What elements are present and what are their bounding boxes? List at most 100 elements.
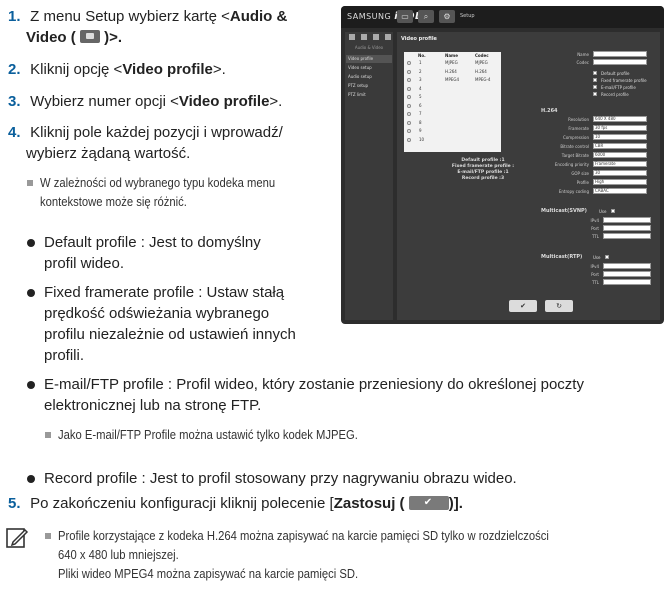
sidebar-item-ptz-setup[interactable]: PTZ setup: [346, 82, 392, 90]
note-line: Pliki wideo MPEG4 można zapisywać na kar…: [58, 567, 359, 581]
table-row[interactable]: 3 MPEG4 MPEG-4: [407, 76, 499, 84]
h264-section-title: H.264: [541, 108, 558, 114]
event-icon[interactable]: [385, 34, 391, 40]
network-icon[interactable]: [373, 34, 379, 40]
rtp-use-checkbox[interactable]: [605, 255, 609, 259]
h264-field-label: Resolution: [568, 117, 589, 122]
step-bold: Video profile: [178, 93, 270, 110]
row-radio[interactable]: [407, 69, 411, 74]
step-bold: Video profile: [122, 61, 213, 78]
video-icon[interactable]: [361, 34, 367, 40]
apply-button[interactable]: ✔: [509, 300, 537, 312]
row-radio[interactable]: [407, 120, 411, 125]
bottom-note: Profile korzystające z kodeka H.264 możn…: [45, 527, 667, 587]
fixed-profile-checkbox[interactable]: [593, 78, 597, 82]
row-radio[interactable]: [407, 61, 411, 65]
h264-field-input[interactable]: CABAC: [593, 188, 647, 194]
name-input[interactable]: [593, 51, 647, 57]
sidebar-group-title: Audio & Video: [354, 45, 384, 50]
step-4: 4. Kliknij pole każdej pozycji i wprowad…: [8, 122, 283, 143]
h264-field-label: GOP size: [571, 171, 589, 176]
sidebar-item-video-profile[interactable]: Video profile: [346, 55, 392, 63]
row-radio[interactable]: [407, 78, 411, 82]
table-row[interactable]: 8: [407, 119, 499, 127]
bullet-line: elektronicznej lub na stronę FTP.: [44, 397, 262, 414]
h264-field-input[interactable]: 6000: [593, 152, 647, 158]
apply-button-image: ✔: [408, 496, 449, 510]
step-4-line2: wybierz żądaną wartość.: [26, 145, 191, 162]
row-no: 9: [419, 128, 422, 133]
row-radio[interactable]: [407, 95, 411, 99]
row-radio[interactable]: [407, 86, 411, 91]
codec-select[interactable]: [593, 59, 647, 65]
h264-field-input[interactable]: CBR: [593, 143, 647, 149]
table-row[interactable]: 7: [407, 110, 499, 118]
square-bullet-icon: [45, 533, 51, 539]
row-no: 6: [419, 102, 422, 108]
h264-field-input[interactable]: 30: [593, 170, 647, 176]
row-radio[interactable]: [407, 112, 411, 116]
multicast-field-label: IPv4: [590, 218, 599, 223]
bullet-email-ftp: E-mail/FTP profile : Profil wideo, który…: [27, 374, 667, 418]
h264-field-input[interactable]: 30 fps: [593, 125, 647, 131]
step-number: 5.: [8, 495, 21, 512]
table-row[interactable]: 5: [407, 93, 499, 101]
multicast-field-input[interactable]: [603, 263, 651, 269]
row-radio[interactable]: [407, 137, 411, 142]
multicast-field-input[interactable]: [603, 279, 651, 285]
step-text: >.: [212, 61, 226, 78]
h264-field-input[interactable]: Framerate: [593, 161, 647, 167]
default-profile-checkbox[interactable]: [593, 71, 597, 75]
sidebar-item-ptz-limit[interactable]: PTZ limit: [346, 91, 392, 99]
bullet-line: profili.: [44, 347, 85, 364]
step-1-line2: Video ( )>.: [26, 27, 122, 48]
search-button[interactable]: ⌕: [418, 10, 434, 23]
row-radio[interactable]: [407, 129, 411, 133]
table-header-codec: Codec: [475, 53, 489, 58]
multicast-field-input[interactable]: [603, 271, 651, 277]
step-bold: Audio &: [229, 8, 288, 25]
row-radio[interactable]: [407, 103, 411, 108]
setup-button[interactable]: ⚙: [439, 10, 455, 23]
table-row[interactable]: 4: [407, 85, 499, 93]
h264-field-label: Entropy coding: [558, 189, 589, 194]
square-bullet-icon: [27, 180, 33, 186]
h264-field-input[interactable]: 10: [593, 134, 647, 140]
row-no: 7: [419, 111, 422, 116]
table-row[interactable]: 10: [407, 136, 499, 144]
step-text: Z menu Setup wybierz kartę <: [30, 8, 230, 25]
note-line: 640 x 480 lub mniejszej.: [58, 548, 179, 562]
row-codec: H.264: [475, 68, 487, 74]
svnp-use-checkbox[interactable]: [611, 209, 615, 213]
step-text: Kliknij opcję <: [30, 61, 123, 78]
sidebar-item-video-setup[interactable]: Video setup: [346, 64, 392, 72]
record-profile-checkbox[interactable]: [593, 92, 597, 96]
email-profile-summary: E-mail/FTP profile :1: [457, 170, 509, 175]
bullet-line: Record profile : Jest to profil stosowan…: [44, 470, 517, 487]
email-profile-checkbox[interactable]: [593, 85, 597, 89]
table-row[interactable]: 9: [407, 127, 499, 135]
multicast-field-label: Port: [591, 226, 599, 231]
multicast-field-label: TTL: [591, 280, 599, 285]
multicast-field-input[interactable]: [603, 217, 651, 223]
note-line: Profile korzystające z kodeka H.264 możn…: [58, 529, 549, 543]
h264-field-input[interactable]: High: [593, 179, 647, 185]
h264-field-input[interactable]: 640 X 480: [593, 116, 647, 122]
step-bold: )].: [448, 495, 463, 512]
bullet-line: profilu niezależnie od ustawień innych: [44, 326, 296, 343]
row-codec: MPEG-4: [475, 77, 491, 82]
multicast-svnp-title: Multicast(SVNP): [541, 208, 587, 214]
row-no: 5: [419, 94, 422, 99]
live-view-button[interactable]: ▭: [397, 10, 413, 23]
table-row[interactable]: 6: [407, 102, 499, 110]
camera-setup-screenshot: SAMSUNG iPOLiS ▭ ⌕ ⚙ Setup Audio & Video…: [341, 6, 664, 324]
h264-field-label: Target Bitrate: [561, 153, 589, 158]
step-number: 2.: [8, 61, 21, 78]
table-row[interactable]: 2 H.264 H.264: [407, 68, 499, 76]
cancel-button[interactable]: ↻: [545, 300, 573, 312]
multicast-field-input[interactable]: [603, 225, 651, 231]
basic-icon[interactable]: [349, 34, 355, 40]
multicast-field-input[interactable]: [603, 233, 651, 239]
table-row[interactable]: 1 MJPEG MJPEG: [407, 59, 499, 67]
sidebar-item-audio-setup[interactable]: Audio setup: [346, 73, 392, 81]
